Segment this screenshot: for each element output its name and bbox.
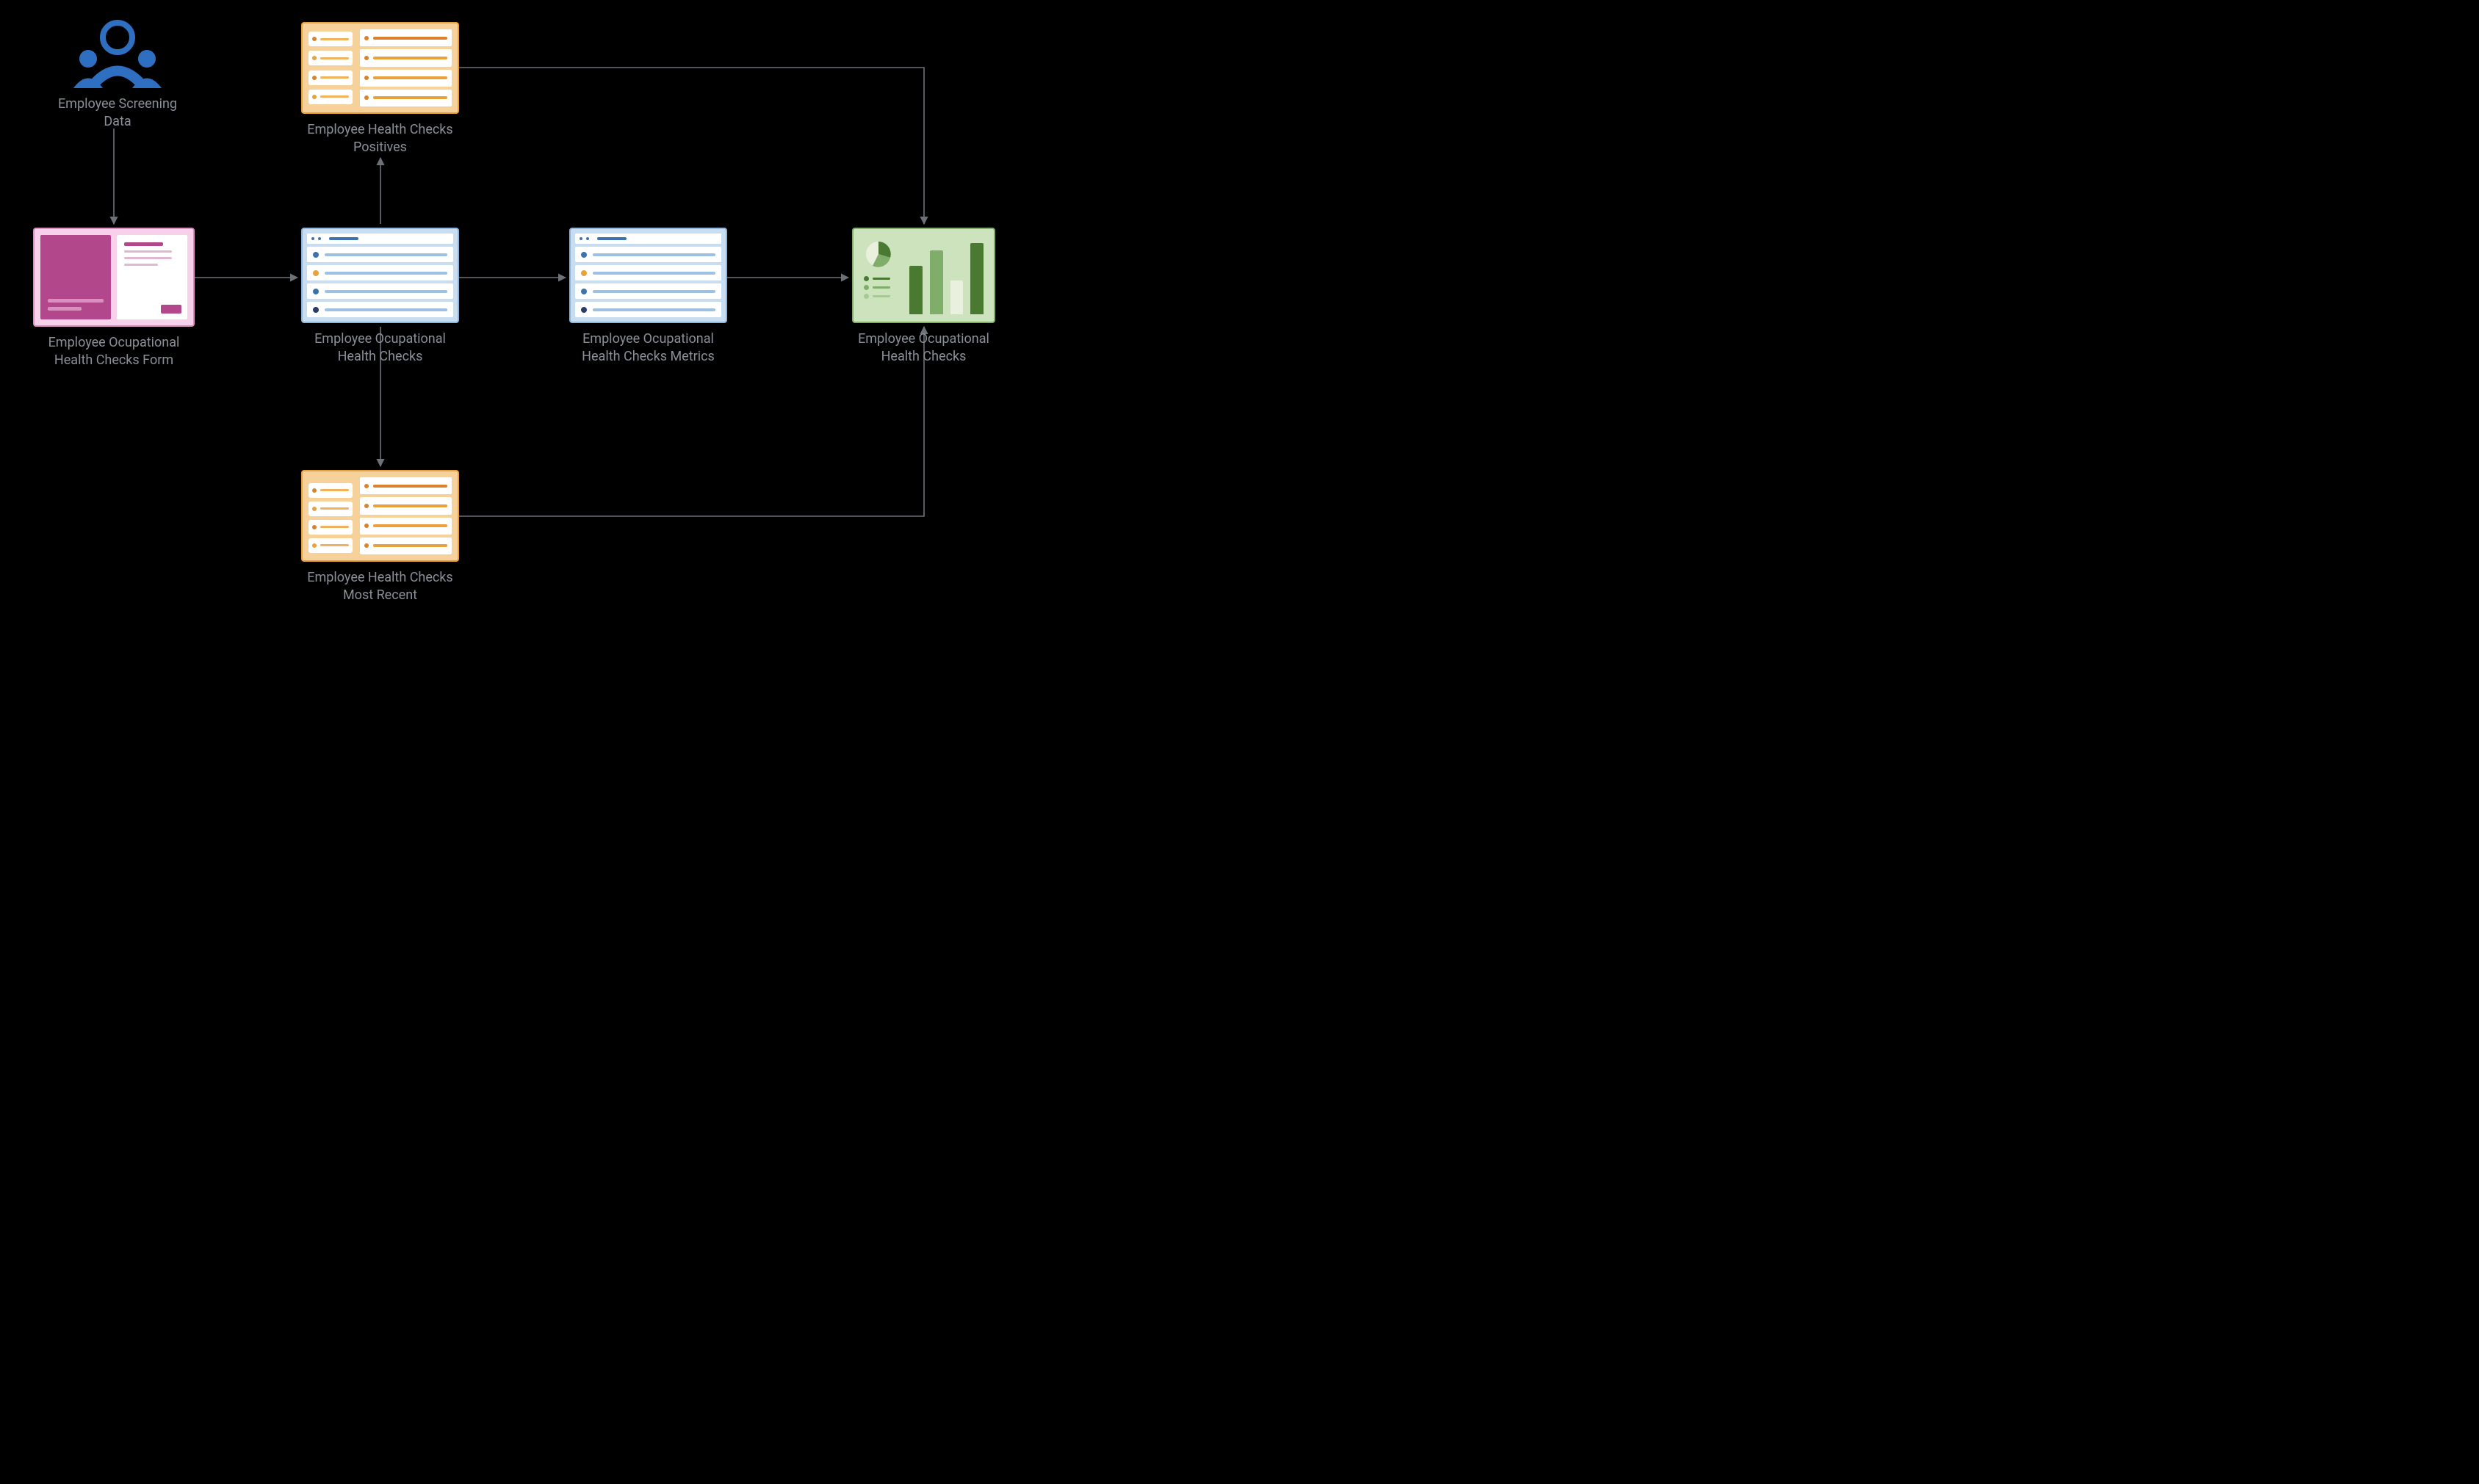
form-tile-icon (33, 228, 195, 327)
node-form-label: Employee Ocupational Health Checks Form (37, 334, 191, 370)
node-checks: Employee Ocupational Health Checks (301, 228, 459, 366)
bar-chart-icon (909, 239, 984, 314)
node-positives: Employee Health Checks Positives (301, 22, 459, 157)
node-screening: Employee Screening Data (44, 18, 191, 131)
edge-positives-dashboard (459, 68, 924, 224)
orange-tile-icon (301, 470, 459, 562)
node-positives-label: Employee Health Checks Positives (303, 121, 458, 157)
node-recent-label: Employee Health Checks Most Recent (303, 569, 458, 605)
node-metrics: Employee Ocupational Health Checks Metri… (569, 228, 727, 366)
dashboard-tile-icon (852, 228, 995, 323)
diagram-canvas: Employee Screening Data Employee Ocupati… (0, 0, 1087, 654)
pie-icon (864, 239, 893, 269)
node-form: Employee Ocupational Health Checks Form (33, 228, 195, 370)
list-tile-icon (301, 228, 459, 323)
orange-tile-icon (301, 22, 459, 114)
list-tile-icon (569, 228, 727, 323)
node-dashboard: Employee Ocupational Health Checks (852, 228, 995, 366)
node-dashboard-label: Employee Ocupational Health Checks (852, 330, 995, 366)
node-metrics-label: Employee Ocupational Health Checks Metri… (571, 330, 726, 366)
people-icon (62, 18, 173, 88)
node-screening-label: Employee Screening Data (44, 95, 191, 131)
node-checks-label: Employee Ocupational Health Checks (303, 330, 458, 366)
node-recent: Employee Health Checks Most Recent (301, 470, 459, 605)
